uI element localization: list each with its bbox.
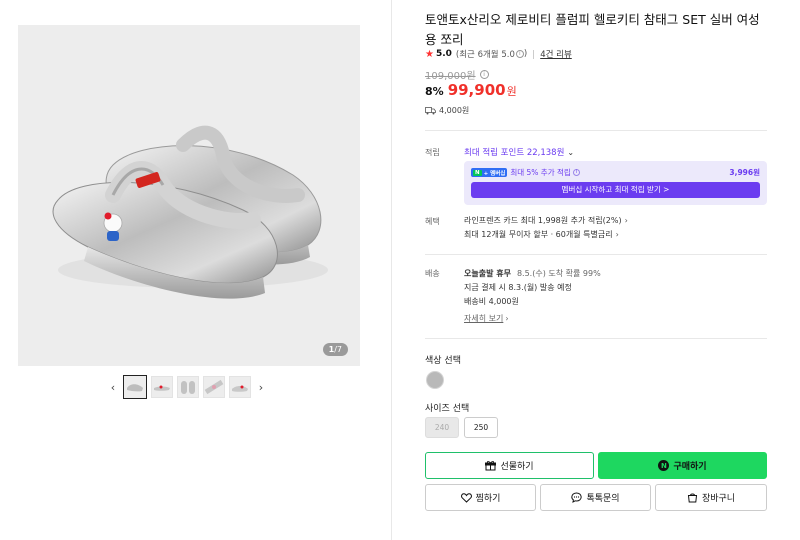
chevron-right-icon[interactable]: › (255, 376, 267, 398)
chat-bubble-icon (571, 492, 583, 503)
shipping-fee: 4,000원 (425, 105, 469, 116)
chevron-left-icon[interactable]: ‹ (107, 376, 119, 398)
today-dispatch: 오늘출발 휴무 (464, 269, 511, 278)
counter-total: /7 (334, 345, 342, 354)
divider (425, 130, 767, 131)
thumbnail-1[interactable] (123, 375, 147, 399)
benefits-label: 혜택 (425, 217, 440, 226)
membership-badge-label: + 멤버십 (483, 170, 506, 177)
shipping-fee-value: 4,000원 (439, 106, 470, 115)
discount-rate: 8% (425, 85, 444, 98)
info-icon[interactable]: i (479, 70, 489, 79)
points-label: 적립 (425, 148, 440, 157)
product-main-image[interactable]: 1/7 (18, 25, 360, 366)
chevron-right-icon: › (624, 216, 628, 225)
sandal-image (52, 125, 328, 299)
info-icon[interactable]: i (572, 169, 580, 176)
card-benefit-link[interactable]: 라인프렌즈 카드 최대 1,998원 추가 적립(2%) › (464, 215, 628, 226)
naver-pay-icon: N (658, 460, 670, 471)
delivery-detail-link[interactable]: 자세히 보기 › (464, 313, 509, 324)
max-points-toggle[interactable]: 최대 적립 포인트 22,138원 ⌄ (464, 146, 575, 159)
info-icon[interactable]: i (515, 50, 524, 58)
card-benefit-text: 라인프렌즈 카드 최대 1,998원 추가 적립(2%) (464, 216, 622, 225)
dispatch-date: 지금 결제 시 8.3.(월) 발송 예정 (464, 283, 572, 292)
gift-icon (485, 461, 497, 471)
chevron-down-icon: ⌄ (567, 147, 575, 157)
membership-extra-text: 최대 5% 추가 적립 (510, 168, 571, 177)
sale-price: 8% 99,900 원 (425, 81, 517, 99)
installment-text: 최대 12개월 무이자 할부 · 60개월 특별금리 (464, 230, 613, 239)
arrival-probability: 8.5.(수) 도착 확률 99% (516, 269, 601, 278)
talk-inquiry-button[interactable]: 톡톡문의 (540, 484, 651, 511)
review-count-link[interactable]: 4건 리뷰 (540, 48, 572, 60)
original-price: 109,000원 i (425, 67, 489, 82)
cart-button[interactable]: 장바구니 (655, 484, 767, 511)
thumbnail-strip: ‹ › (107, 375, 267, 399)
price-value: 99,900 (447, 81, 506, 99)
divider (533, 49, 535, 59)
talk-button-label: 톡톡문의 (586, 494, 620, 504)
membership-start-button[interactable]: 멤버십 시작하고 최대 적립 받기 > (471, 182, 760, 198)
thumbnail-5[interactable] (229, 376, 251, 398)
membership-row: N + 멤버십 최대 5% 추가 적립 i 3,996원 (471, 167, 760, 178)
heart-icon (460, 492, 472, 503)
rating-score: 5.0 (435, 49, 452, 59)
cart-button-label: 장바구니 (701, 494, 736, 504)
gift-button[interactable]: 선물하기 (425, 452, 594, 479)
divider (425, 254, 767, 255)
chevron-right-icon: › (615, 230, 619, 239)
star-icon: ★ (425, 48, 434, 60)
size-option-240[interactable]: 240 (425, 417, 459, 438)
delivery-fee: 배송비 4,000원 (464, 297, 519, 306)
size-select-label: 사이즈 선택 (425, 404, 470, 414)
color-select-label: 색상 선택 (425, 356, 461, 366)
size-option-250[interactable]: 250 (464, 417, 498, 438)
membership-box: N + 멤버십 최대 5% 추가 적립 i 3,996원 멤버십 시작하고 최대 … (464, 161, 767, 205)
buy-button[interactable]: N 구매하기 (598, 452, 767, 479)
thumbnail-3[interactable] (177, 376, 199, 398)
delivery-status: 오늘출발 휴무 8.5.(수) 도착 확률 99% (464, 268, 601, 279)
chevron-right-icon: › (505, 314, 509, 323)
thumbnail-2[interactable] (151, 376, 173, 398)
image-counter: 1/7 (322, 343, 348, 356)
installment-benefit-link[interactable]: 최대 12개월 무이자 할부 · 60개월 특별금리 › (464, 229, 619, 240)
delivery-label: 배송 (425, 269, 440, 278)
thumbnail-4[interactable] (203, 376, 225, 398)
truck-icon (425, 106, 436, 114)
detail-link-text: 자세히 보기 (464, 314, 504, 323)
rating-row: ★ 5.0 (최근 6개월 5.0 i) 4건 리뷰 (425, 48, 572, 61)
recent-rating: (최근 6개월 5.0 (455, 50, 515, 60)
wish-button-label: 찜하기 (475, 494, 501, 504)
original-price-value: 109,000원 (425, 71, 476, 82)
naver-membership-badge: N + 멤버십 (471, 168, 508, 177)
naver-n-icon: N (473, 169, 482, 176)
gift-button-label: 선물하기 (500, 462, 534, 472)
buy-button-label: 구매하기 (673, 462, 707, 472)
currency: 원 (506, 85, 517, 98)
color-swatch-silver[interactable] (426, 371, 444, 389)
product-title: 토앤토x산리오 제로비티 플럼피 헬로키티 참태그 SET 실버 여성용 쪼리 (425, 12, 760, 47)
wish-button[interactable]: 찜하기 (425, 484, 536, 511)
shopping-bag-icon (687, 493, 697, 503)
max-points-text: 최대 적립 포인트 22,138원 (464, 148, 565, 158)
recent-rating-close: ) (523, 49, 528, 59)
divider (425, 338, 767, 339)
membership-amount: 3,996원 (729, 168, 760, 177)
panel-divider (391, 0, 392, 540)
